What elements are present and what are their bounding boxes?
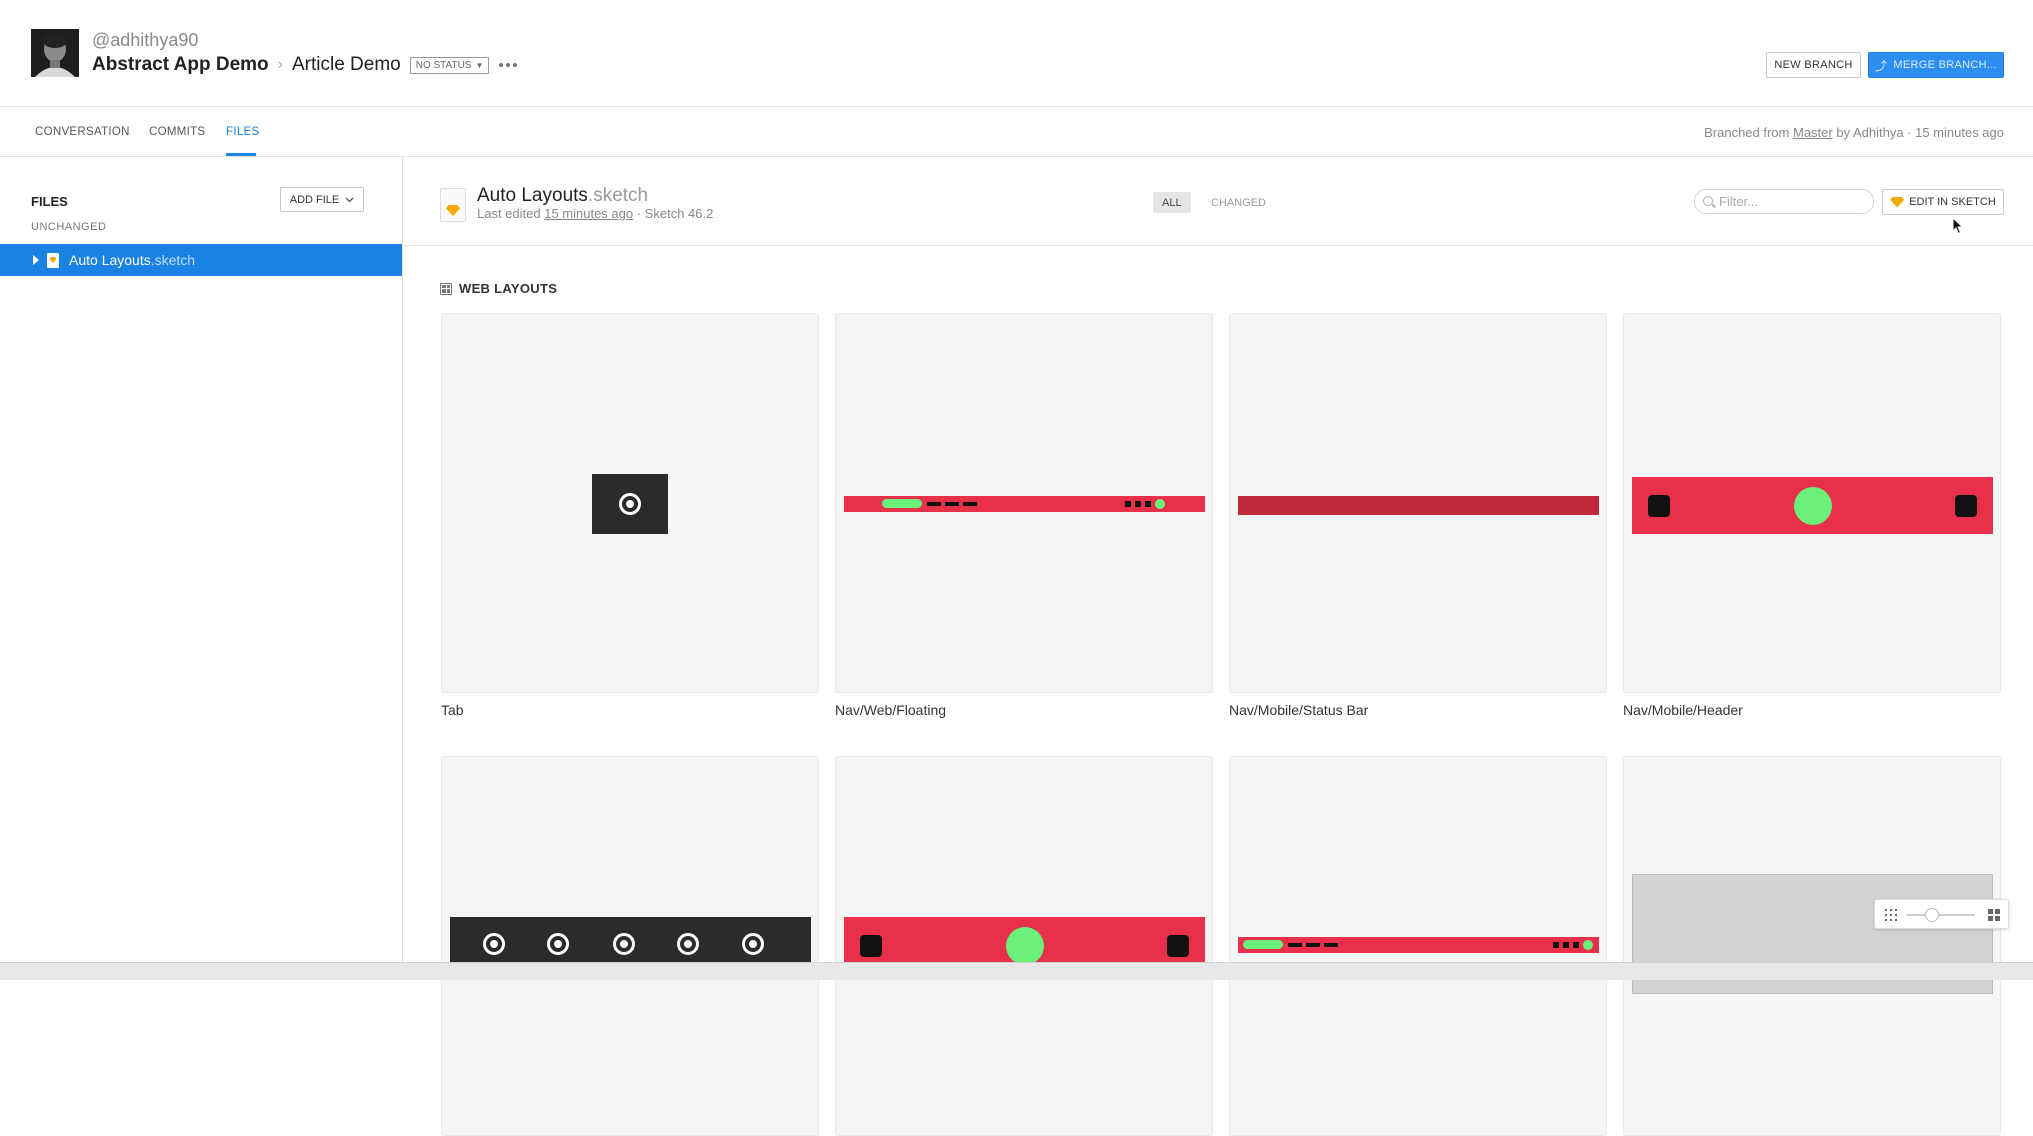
artboard-card-grey[interactable] (1623, 756, 2001, 1136)
tab-commits[interactable]: COMMITS (149, 126, 205, 138)
merge-branch-label: MERGE BRANCH... (1893, 59, 1997, 71)
tab-bar: CONVERSATION COMMITS FILES Branched from… (0, 108, 2033, 157)
artboard-card-floating-nav-2[interactable] (1229, 756, 1607, 1136)
chevron-right-icon: › (277, 56, 283, 73)
files-sidebar: FILES ADD FILE UNCHANGED Auto Layouts.sk… (0, 157, 403, 962)
bottom-bar (0, 962, 2033, 980)
floating-nav-preview (844, 496, 1205, 512)
breadcrumb: Abstract App Demo › Article Demo NO STAT… (92, 53, 518, 77)
merge-branch-button[interactable]: ⤴ MERGE BRANCH... (1868, 52, 2004, 78)
file-meta: Last edited 15 minutes ago · Sketch 46.2 (477, 206, 713, 221)
mobile-header-preview (1632, 477, 1993, 534)
edit-in-sketch-button[interactable]: EDIT IN SKETCH (1882, 189, 2004, 215)
section-title-label: WEB LAYOUTS (459, 281, 558, 296)
tab-conversation[interactable]: CONVERSATION (35, 126, 130, 138)
grid-small-icon[interactable] (1885, 909, 1897, 921)
status-label: NO STATUS (415, 59, 472, 71)
tab-preview (592, 474, 668, 534)
file-list-item[interactable]: Auto Layouts.sketch (0, 244, 402, 276)
artboard-card-nav-mobile-header[interactable] (1623, 313, 2001, 693)
tab-files[interactable]: FILES (226, 126, 259, 138)
main-panel: Auto Layouts.sketch Last edited 15 minut… (404, 157, 2033, 1136)
branched-suffix: by Adhithya · 15 minutes ago (1832, 125, 2004, 140)
sketch-document-icon (440, 188, 466, 222)
artboard-card-tab[interactable] (441, 313, 819, 693)
project-name[interactable]: Abstract App Demo (92, 54, 269, 76)
filter-input[interactable]: Filter... (1694, 189, 1874, 214)
chevron-down-icon (345, 197, 354, 202)
section-title: WEB LAYOUTS (440, 281, 557, 296)
expand-triangle-icon[interactable] (33, 255, 39, 265)
caret-down-icon: ▼ (475, 60, 484, 70)
add-file-button[interactable]: ADD FILE (280, 187, 364, 212)
artboard-card-mobile-header-2[interactable] (835, 756, 1213, 1136)
active-tab-indicator (226, 153, 256, 156)
filter-all-button[interactable]: ALL (1153, 192, 1191, 213)
filter-changed-button[interactable]: CHANGED (1202, 192, 1275, 213)
file-item-ext: .sketch (150, 252, 196, 268)
meta-prefix: Last edited (477, 206, 545, 221)
meta-suffix: · Sketch 46.2 (633, 206, 714, 221)
branched-prefix: Branched from (1704, 125, 1793, 140)
artboard-card-nav-web-floating[interactable] (835, 313, 1213, 693)
grid-icon (440, 282, 452, 295)
sketch-diamond-icon (1890, 196, 1905, 208)
meta-time-link[interactable]: 15 minutes ago (544, 206, 633, 221)
artboard-caption: Nav/Mobile/Header (1623, 702, 1743, 718)
status-dropdown[interactable]: NO STATUS ▼ (409, 56, 490, 74)
avatar[interactable] (31, 29, 79, 77)
unchanged-group-label: UNCHANGED (31, 221, 107, 233)
artboard-caption: Nav/Web/Floating (835, 702, 947, 718)
zoom-slider[interactable] (1907, 908, 1975, 922)
file-item-name: Auto Layouts (69, 252, 151, 268)
zoom-control (1874, 899, 2009, 929)
add-file-label: ADD FILE (289, 193, 340, 206)
files-heading: FILES (31, 194, 68, 209)
edit-in-sketch-label: EDIT IN SKETCH (1909, 196, 1996, 208)
merge-icon: ⤴ (1875, 58, 1888, 73)
status-bar-preview (1238, 496, 1599, 515)
sketch-file-icon (47, 252, 59, 268)
artboard-card-tab-bar[interactable] (441, 756, 819, 1136)
artboard-caption: Nav/Mobile/Status Bar (1229, 702, 1369, 718)
new-branch-button[interactable]: NEW BRANCH (1766, 52, 1861, 78)
radio-icon (619, 493, 641, 515)
file-item-label: Auto Layouts.sketch (69, 252, 195, 268)
floating-nav-preview-2 (1238, 937, 1599, 953)
header: @adhithya90 Abstract App Demo › Article … (0, 0, 2033, 107)
grid-large-icon[interactable] (1988, 909, 2000, 921)
file-title-ext: .sketch (587, 185, 649, 206)
filter-placeholder: Filter... (1719, 194, 1759, 209)
file-title: Auto Layouts.sketch (477, 185, 648, 207)
zoom-slider-handle[interactable] (1925, 908, 1939, 922)
branched-info: Branched from Master by Adhithya · 15 mi… (1704, 125, 2004, 140)
branch-name: Article Demo (291, 54, 401, 75)
mouse-cursor-icon (1952, 217, 1964, 235)
username: @adhithya90 (92, 30, 199, 50)
artboard-caption: Tab (441, 702, 464, 718)
search-icon (1703, 196, 1713, 206)
artboard-card-nav-mobile-status-bar[interactable] (1229, 313, 1607, 693)
file-header: Auto Layouts.sketch Last edited 15 minut… (404, 157, 2033, 246)
master-branch-link[interactable]: Master (1793, 125, 1833, 140)
more-options-icon[interactable] (499, 63, 518, 67)
file-title-name: Auto Layouts (477, 185, 588, 206)
